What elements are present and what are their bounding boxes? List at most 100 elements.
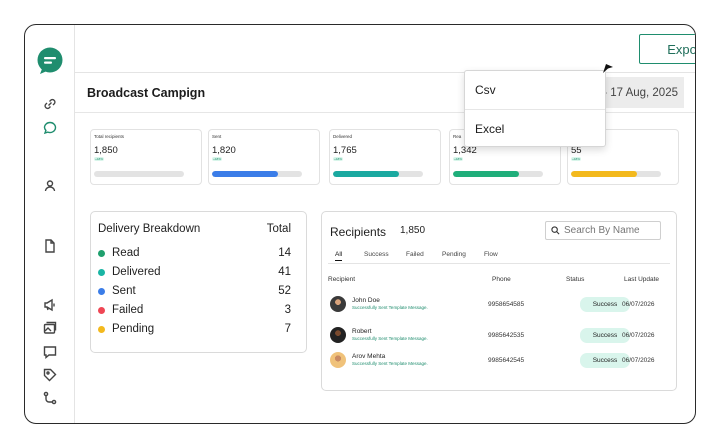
recipients-card: Recipients 1,850 All Success Failed Pend… (321, 211, 677, 391)
recipient-phone: 9958654585 (488, 301, 525, 308)
chat-logo-icon (36, 47, 64, 75)
date-range-picker[interactable]: - 17 Aug, 2025 (600, 77, 684, 108)
stat-value: 1,765 (333, 145, 357, 156)
recipient-message: Successfully Sent Template Message. (352, 336, 428, 341)
progress-bar (453, 171, 543, 177)
stat-delta-badge: +18% (453, 157, 463, 161)
tab-all[interactable]: All (335, 251, 343, 261)
stat-value: 1,850 (94, 145, 118, 156)
progress-bar (571, 171, 661, 177)
search-box (545, 221, 661, 240)
progress-bar (333, 171, 423, 177)
last-update: 06/07/2026 (622, 357, 655, 364)
megaphone-icon[interactable] (41, 296, 59, 314)
column-header-phone: Phone (492, 276, 511, 283)
tab-success[interactable]: Success (364, 251, 389, 258)
breakdown-label: Delivered (112, 266, 161, 278)
chat-icon[interactable] (41, 119, 59, 137)
progress-fill (453, 171, 519, 177)
recipient-phone: 9985642535 (488, 332, 525, 339)
recipients-title: Recipients (330, 225, 387, 239)
recipient-name: Robert (352, 328, 372, 335)
tab-failed[interactable]: Failed (406, 251, 424, 258)
flow-icon[interactable] (41, 389, 59, 407)
breakdown-label: Failed (112, 304, 144, 316)
stat-delta-badge: +18% (571, 157, 581, 161)
search-icon (551, 226, 560, 235)
recipient-message: Successfully Sent Template Message. (352, 361, 428, 366)
document-icon[interactable] (41, 237, 59, 255)
divider (328, 263, 670, 264)
progress-bar (94, 171, 184, 177)
export-dropdown-menu: Csv Excel (464, 70, 606, 147)
recipient-name: Arov Mehta (352, 353, 386, 360)
export-excel-option[interactable]: Excel (465, 109, 605, 147)
avatar (330, 327, 346, 343)
stat-value: 1,820 (212, 145, 236, 156)
table-row[interactable]: Arov Mehta Successfully Sent Template Me… (322, 348, 678, 372)
breakdown-value: 3 (284, 304, 291, 316)
recipients-count: 1,850 (400, 225, 426, 236)
stat-label: Rea (453, 134, 462, 139)
breakdown-label: Read (112, 247, 140, 259)
export-csv-option[interactable]: Csv (465, 71, 605, 109)
breakdown-row: Pending 7 (98, 321, 291, 337)
stat-card-total-recipients: Total recipients 1,850 +18% (90, 129, 202, 185)
link-icon[interactable] (41, 95, 59, 113)
tab-pending[interactable]: Pending (442, 251, 466, 258)
breakdown-total-header: Total (266, 223, 291, 235)
progress-bar (212, 171, 302, 177)
progress-fill (212, 171, 278, 177)
column-header-last-update: Last Update (624, 276, 660, 283)
app-window: Export Broadcast Campign - 17 Aug, 2025 … (24, 24, 696, 424)
tab-flow[interactable]: Flow (484, 251, 498, 258)
breakdown-label: Sent (112, 285, 136, 297)
last-update: 06/07/2026 (622, 332, 655, 339)
recipient-name: John Doe (352, 297, 380, 304)
status-dot (98, 325, 105, 333)
stat-label: Total recipients (94, 134, 125, 139)
breakdown-label: Pending (112, 323, 155, 335)
breakdown-row: Read 14 (98, 245, 291, 261)
recipient-phone: 9985642545 (488, 357, 525, 364)
column-header-status: Status (566, 276, 585, 283)
stat-label: Sent (212, 134, 222, 139)
sidebar (25, 25, 75, 423)
table-row[interactable]: Robert Successfully Sent Template Messag… (322, 323, 678, 347)
avatar (330, 296, 346, 312)
breakdown-row: Sent 52 (98, 283, 291, 299)
tag-icon[interactable] (41, 366, 59, 384)
stat-card-delivered: Delivered 1,765 +18% (329, 129, 441, 185)
breakdown-row: Delivered 41 (98, 264, 291, 280)
message-icon[interactable] (41, 343, 59, 361)
progress-fill (571, 171, 637, 177)
status-dot (98, 287, 105, 295)
breakdown-value: 52 (278, 285, 291, 297)
breakdown-row: Failed 3 (98, 302, 291, 318)
avatar (330, 352, 346, 368)
page-title: Broadcast Campign (87, 86, 206, 100)
status-dot (98, 306, 105, 314)
stat-delta-badge: +18% (333, 157, 343, 161)
search-input[interactable] (564, 225, 654, 236)
export-button[interactable]: Export (639, 34, 695, 64)
breakdown-title: Delivery Breakdown (98, 223, 201, 235)
last-update: 06/07/2026 (622, 301, 655, 308)
recipient-message: Successfully Sent Template Message. (352, 305, 428, 310)
column-header-recipient: Recipient (328, 276, 356, 283)
breakdown-value: 41 (278, 266, 291, 278)
stat-delta-badge: +18% (212, 157, 222, 161)
stat-label: Delivered (333, 134, 353, 139)
breakdown-value: 7 (284, 323, 291, 335)
gallery-icon[interactable] (41, 319, 59, 337)
stat-delta-badge: +18% (94, 157, 104, 161)
user-icon[interactable] (41, 177, 59, 195)
progress-fill (333, 171, 399, 177)
status-dot (98, 249, 105, 257)
mouse-cursor-icon (602, 61, 614, 79)
table-row[interactable]: John Doe Successfully Sent Template Mess… (322, 292, 678, 316)
status-dot (98, 268, 105, 276)
stat-card-sent: Sent 1,820 +18% (208, 129, 320, 185)
delivery-breakdown-card: Delivery Breakdown Total Read 14 Deliver… (90, 211, 307, 353)
breakdown-value: 14 (278, 247, 291, 259)
